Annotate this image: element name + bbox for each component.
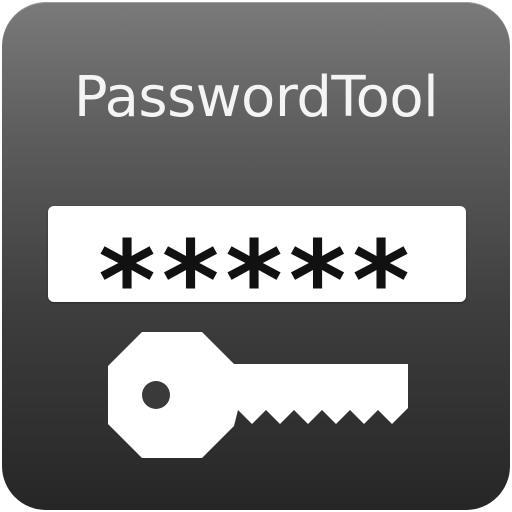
key-hole — [142, 381, 170, 409]
password-mask: ***** — [98, 217, 416, 302]
app-title: PasswordTool — [73, 65, 439, 130]
app-icon-tile: PasswordTool ***** — [2, 2, 510, 510]
key-icon — [108, 332, 408, 458]
password-field: ***** — [48, 206, 466, 302]
